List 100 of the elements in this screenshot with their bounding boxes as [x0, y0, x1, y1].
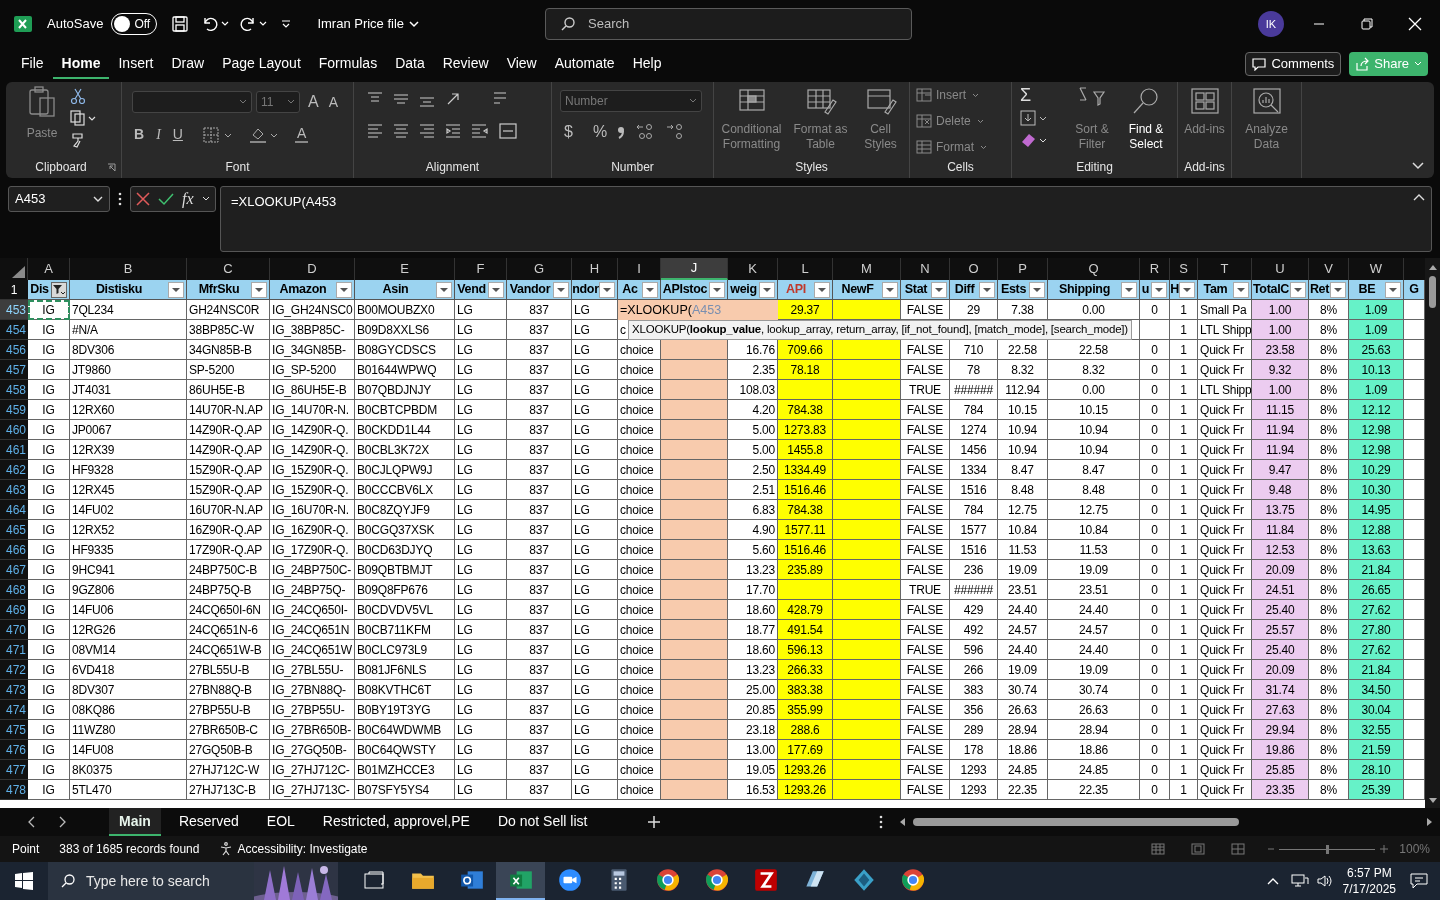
number-format-field[interactable]: Number: [560, 90, 702, 112]
page-layout-icon[interactable]: [1191, 843, 1206, 855]
name-box[interactable]: A453: [8, 186, 110, 212]
filter-button[interactable]: [553, 281, 569, 298]
row-number[interactable]: 459: [0, 400, 28, 420]
format-painter-icon[interactable]: [70, 132, 86, 148]
font-size-field[interactable]: 11: [256, 91, 300, 113]
menu-tab[interactable]: View: [497, 49, 546, 79]
filter-button[interactable]: [814, 281, 830, 298]
normal-view-icon[interactable]: [1151, 843, 1166, 855]
zoom-in-icon[interactable]: [1379, 843, 1390, 855]
menu-tab[interactable]: Data: [386, 49, 434, 79]
filter-button[interactable]: [336, 281, 352, 298]
row-number[interactable]: 453: [0, 300, 28, 320]
italic-button[interactable]: I: [156, 124, 161, 145]
search-field[interactable]: Search: [545, 8, 912, 40]
sheet-tab[interactable]: Reserved: [168, 808, 249, 836]
more-icon[interactable]: [879, 815, 884, 829]
copy-icon[interactable]: [70, 110, 96, 126]
row-number[interactable]: 460: [0, 420, 28, 440]
video-app-icon[interactable]: [556, 867, 583, 893]
scrollbar-thumb[interactable]: [1429, 276, 1436, 308]
row-number[interactable]: 1: [0, 280, 28, 300]
sheet-tab[interactable]: EOL: [256, 808, 305, 836]
insert-function-button[interactable]: fx: [182, 187, 194, 211]
percent-button[interactable]: %: [592, 120, 608, 144]
vertical-scrollbar[interactable]: [1425, 258, 1440, 808]
undo-icon[interactable]: [201, 15, 220, 33]
menu-tab[interactable]: Draw: [162, 49, 214, 79]
menu-tab[interactable]: Review: [433, 49, 498, 79]
row-number[interactable]: 471: [0, 640, 28, 660]
filter-button[interactable]: [1233, 281, 1249, 298]
zoom-level[interactable]: 100%: [1399, 840, 1430, 858]
ftp-app-icon[interactable]: [752, 867, 779, 893]
filter-button[interactable]: [882, 281, 898, 298]
collapse-icon[interactable]: [1413, 193, 1425, 201]
browser-icon[interactable]: [703, 867, 730, 893]
sheet-tab[interactable]: Main: [109, 808, 161, 836]
volume-icon[interactable]: [1316, 874, 1333, 888]
row-number[interactable]: 461: [0, 440, 28, 460]
row-number[interactable]: 458: [0, 380, 28, 400]
row-number[interactable]: 457: [0, 360, 28, 380]
page-break-icon[interactable]: [1231, 843, 1246, 855]
filter-button[interactable]: [1121, 281, 1137, 298]
filter-button[interactable]: [1330, 281, 1346, 298]
row-number[interactable]: 456: [0, 340, 28, 360]
filter-button[interactable]: [642, 281, 658, 298]
row-number[interactable]: 462: [0, 460, 28, 480]
filter-button[interactable]: [1179, 281, 1195, 298]
scroll-right-icon[interactable]: [1427, 818, 1434, 826]
caret-icon[interactable]: [201, 196, 210, 202]
restore-icon[interactable]: [1360, 17, 1374, 31]
row-number[interactable]: 473: [0, 680, 28, 700]
chevron-up-icon[interactable]: [1266, 877, 1279, 885]
menu-tab[interactable]: Automate: [545, 49, 624, 79]
row-number[interactable]: 469: [0, 600, 28, 620]
filter-button[interactable]: [599, 281, 615, 298]
row-number[interactable]: 470: [0, 620, 28, 640]
cut-icon[interactable]: [70, 88, 86, 104]
zoom-slider-thumb[interactable]: [1325, 844, 1329, 854]
browser-icon[interactable]: [654, 867, 681, 893]
clock-time[interactable]: 6:57 PM: [1346, 865, 1392, 881]
notification-icon[interactable]: [1410, 873, 1428, 889]
row-number[interactable]: 467: [0, 560, 28, 580]
comments-button[interactable]: Comments: [1245, 52, 1342, 76]
bold-button[interactable]: B: [134, 124, 145, 145]
close-icon[interactable]: [1408, 17, 1422, 31]
menu-tab[interactable]: Page Layout: [213, 49, 310, 79]
network-icon[interactable]: [1290, 874, 1309, 888]
sheet-tab[interactable]: Restricted, approvel,PE: [312, 808, 480, 836]
font-name-field[interactable]: [132, 91, 252, 113]
add-sheet-icon[interactable]: [647, 815, 662, 829]
filter-button[interactable]: [1151, 281, 1167, 298]
underline-button[interactable]: U: [172, 124, 183, 145]
filter-button[interactable]: [979, 281, 995, 298]
taskbar-search-field[interactable]: Type here to search: [48, 862, 338, 900]
filter-active-button[interactable]: [51, 281, 67, 298]
row-number[interactable]: 475: [0, 720, 28, 740]
collapse-ribbon-icon[interactable]: [1412, 162, 1424, 170]
scroll-down-icon[interactable]: [1428, 798, 1437, 804]
row-number[interactable]: 474: [0, 700, 28, 720]
row-number[interactable]: 465: [0, 520, 28, 540]
autosum-button[interactable]: Σ: [1020, 86, 1060, 104]
enter-icon[interactable]: [158, 192, 174, 206]
row-number[interactable]: 477: [0, 760, 28, 780]
filter-button[interactable]: [759, 281, 775, 298]
dialog-launcher-icon[interactable]: [106, 162, 116, 172]
scroll-up-icon[interactable]: [1428, 264, 1437, 270]
filter-button[interactable]: [1029, 281, 1045, 298]
shrink-font-button[interactable]: A: [328, 91, 338, 113]
row-number[interactable]: 454: [0, 320, 28, 340]
scroll-left-icon[interactable]: [899, 818, 906, 826]
user-avatar[interactable]: IK: [1258, 11, 1284, 37]
save-icon[interactable]: [171, 15, 190, 33]
menu-tab[interactable]: Help: [623, 49, 671, 79]
filter-button[interactable]: [488, 281, 504, 298]
select-all-icon[interactable]: [12, 266, 25, 278]
menu-tab[interactable]: Home: [52, 49, 110, 79]
currency-button[interactable]: $: [564, 120, 573, 144]
row-number[interactable]: 476: [0, 740, 28, 760]
